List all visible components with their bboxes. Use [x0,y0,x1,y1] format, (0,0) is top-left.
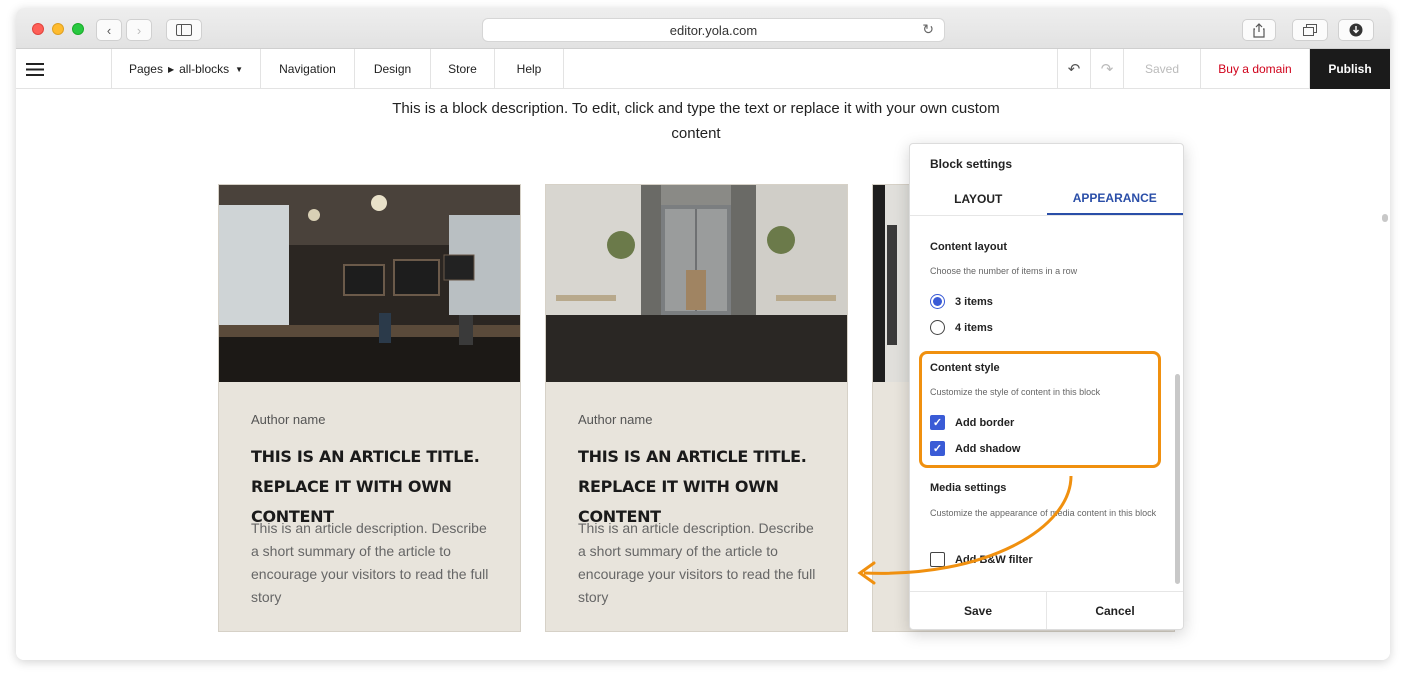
author-name[interactable]: Author name [578,412,652,427]
menu-button[interactable] [16,49,112,89]
current-page-label: all-blocks [179,62,230,76]
tabs-overview-button[interactable] [1292,19,1328,41]
download-icon [1349,23,1363,37]
content-layout-subtitle: Choose the number of items in a row [930,266,1078,276]
caret-down-icon: ▼ [235,64,244,74]
undo-icon: ↶ [1067,61,1081,78]
store-label: Store [448,62,477,76]
radio-selected[interactable] [930,294,945,309]
minimize-window-button[interactable] [52,23,64,35]
article-card[interactable]: Author name THIS IS AN ARTICLE TITLE. RE… [545,184,848,632]
article-card[interactable]: Author name THIS IS AN ARTICLE TITLE. RE… [218,184,521,632]
pages-label: Pages [128,62,163,76]
browser-titlebar: ‹ › editor.yola.com ↻ [16,8,1390,49]
sidebar-icon [176,24,192,36]
design-label: Design [373,62,412,76]
back-button[interactable]: ‹ [96,19,122,41]
navigation-menu[interactable]: Navigation [261,49,355,89]
buy-domain-label: Buy a domain [1218,62,1292,76]
settings-tabs: LAYOUT APPEARANCE [910,182,1183,216]
sidebar-toggle-button[interactable] [166,19,202,41]
cancel-button[interactable]: Cancel [1046,592,1183,629]
article-image [546,185,847,382]
buy-domain-button[interactable]: Buy a domain [1201,49,1310,89]
downloads-button[interactable] [1338,19,1374,41]
saved-label: Saved [1144,62,1180,76]
cafe-photo [219,185,520,382]
caret-right-icon: ▶ [167,64,175,74]
layout-option-4-items[interactable]: 4 items [930,320,993,335]
share-icon [1253,22,1265,38]
zoom-window-button[interactable] [72,23,84,35]
store-menu[interactable]: Store [431,49,495,89]
reload-icon[interactable]: ↻ [922,21,934,38]
browser-window: ‹ › editor.yola.com ↻ Pages ▶ all-blocks… [16,8,1390,660]
url-text: editor.yola.com [669,22,758,38]
layout-option-3-items[interactable]: 3 items [930,294,993,309]
saved-status: Saved [1124,49,1201,89]
panel-footer: Save Cancel [910,591,1183,629]
redo-button[interactable]: ↷ [1091,49,1124,89]
tab-layout[interactable]: LAYOUT [910,182,1047,215]
content-layout-title: Content layout [930,241,1007,253]
help-menu[interactable]: Help [495,49,564,89]
hamburger-icon [26,62,44,76]
radio-unselected[interactable] [930,320,945,335]
article-image [219,185,520,382]
publish-button[interactable]: Publish [1310,49,1390,89]
undo-button[interactable]: ↶ [1058,49,1091,89]
close-window-button[interactable] [32,23,44,35]
forward-button[interactable]: › [126,19,152,41]
share-button[interactable] [1242,19,1276,41]
pages-dropdown[interactable]: Pages ▶ all-blocks ▼ [112,49,261,89]
page-scrollbar[interactable] [1382,214,1388,222]
design-menu[interactable]: Design [355,49,431,89]
shop-interior-photo [546,185,847,382]
editor-toolbar: Pages ▶ all-blocks ▼ Navigation Design S… [16,49,1390,89]
panel-title: Block settings [930,157,1013,171]
toolbar-spacer [564,49,1058,88]
author-name[interactable]: Author name [251,412,325,427]
redo-icon: ↷ [1100,61,1114,78]
tab-appearance[interactable]: APPEARANCE [1046,182,1183,215]
option-label: 3 items [955,295,993,308]
chevron-right-icon: › [136,22,142,38]
article-description[interactable]: This is an article description. Describe… [251,517,496,609]
article-description[interactable]: This is an article description. Describe… [578,517,823,609]
navigation-label: Navigation [279,62,336,76]
address-bar[interactable]: editor.yola.com ↻ [482,18,945,42]
annotation-arrow-icon [857,475,1073,585]
panel-scrollbar[interactable] [1175,374,1180,584]
publish-label: Publish [1328,62,1372,76]
content-style-highlight [919,351,1161,468]
chevron-left-icon: ‹ [106,22,112,38]
block-description[interactable]: This is a block description. To edit, cl… [366,96,1026,146]
help-label: Help [516,62,542,76]
option-label: 4 items [955,321,993,334]
save-button[interactable]: Save [910,592,1046,629]
tabs-icon [1303,24,1317,36]
